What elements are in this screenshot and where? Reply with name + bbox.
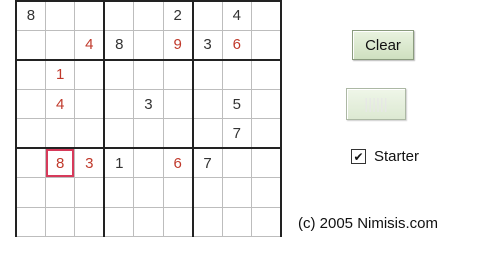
grid-cell[interactable]: [133, 0, 164, 31]
grid-cell[interactable]: [74, 0, 105, 31]
grid-row: 8 24: [14, 0, 282, 31]
grid-cell[interactable]: [251, 177, 282, 208]
grid-row: 83167: [14, 147, 282, 179]
grid-row: 1: [14, 58, 282, 90]
grid-cell[interactable]: [103, 177, 135, 208]
grid-cell[interactable]: 3: [74, 147, 105, 179]
grid-cell[interactable]: [44, 29, 76, 61]
grid-cell[interactable]: [44, 0, 76, 31]
grid-cell[interactable]: [14, 177, 46, 208]
grid-cell[interactable]: 3: [191, 29, 223, 61]
grid-row: 4 3 5: [14, 88, 282, 120]
grid-cell[interactable]: [133, 147, 164, 179]
grid-cell[interactable]: [221, 58, 253, 90]
grid-cell[interactable]: [191, 177, 223, 208]
grid-cell[interactable]: [74, 58, 105, 90]
grid-cell[interactable]: [44, 177, 76, 208]
grid-cell[interactable]: [14, 147, 46, 179]
grid-cell[interactable]: [251, 88, 282, 120]
grid-cell[interactable]: [162, 118, 194, 149]
grid-cell[interactable]: [221, 147, 253, 179]
grid-cell[interactable]: [103, 58, 135, 90]
grid-cell[interactable]: [14, 206, 46, 238]
grid-cell[interactable]: 1: [103, 147, 135, 179]
grid-cell[interactable]: 8: [103, 29, 135, 61]
grid-cell[interactable]: 8: [14, 0, 46, 31]
starter-checkbox[interactable]: ✔: [351, 149, 366, 164]
grid-cell[interactable]: 6: [162, 147, 194, 179]
grid-cell[interactable]: 9: [162, 29, 194, 61]
clear-button[interactable]: Clear: [352, 30, 414, 60]
starter-option[interactable]: ✔ Starter: [351, 148, 419, 165]
grid-cell[interactable]: [103, 206, 135, 238]
grid-cell[interactable]: [74, 88, 105, 120]
grid-cell[interactable]: [191, 118, 223, 149]
starter-label: Starter: [374, 148, 420, 165]
grid-cell[interactable]: [14, 88, 46, 120]
grid-cell[interactable]: 5: [221, 88, 253, 120]
grid-cell[interactable]: [162, 206, 194, 238]
grid-cell[interactable]: 4: [74, 29, 105, 61]
grid-cell[interactable]: [221, 177, 253, 208]
grid-cell[interactable]: [162, 177, 194, 208]
grid-cell[interactable]: [162, 88, 194, 120]
grid-cell[interactable]: [251, 29, 282, 61]
grid-cell[interactable]: [133, 206, 164, 238]
grid-cell[interactable]: [221, 206, 253, 238]
grid-row: 48936: [14, 29, 282, 61]
grid-cell[interactable]: [191, 88, 223, 120]
grid-cell[interactable]: [251, 118, 282, 149]
grid-row: [14, 177, 282, 208]
grid-cell[interactable]: 1: [44, 58, 76, 90]
grid-cell[interactable]: 4: [44, 88, 76, 120]
grid-cell[interactable]: [14, 118, 46, 149]
grid-cell[interactable]: 3: [133, 88, 164, 120]
grid-cell[interactable]: [251, 0, 282, 31]
grid-cell[interactable]: 6: [221, 29, 253, 61]
grid-cell[interactable]: 4: [221, 0, 253, 31]
grid-cell[interactable]: 7: [191, 147, 223, 179]
grid-row: [14, 206, 282, 238]
grid-cell[interactable]: [191, 206, 223, 238]
grid-cell[interactable]: [74, 206, 105, 238]
grid-cell[interactable]: [251, 147, 282, 179]
copyright-text: (c) 2005 Nimisis.com: [298, 215, 439, 232]
check-icon: ✔: [353, 149, 364, 164]
grid-cell[interactable]: [103, 0, 135, 31]
grid-cell[interactable]: [44, 206, 76, 238]
grid-cell[interactable]: 2: [162, 0, 194, 31]
grid-row: 7: [14, 118, 282, 149]
grid-cell[interactable]: [191, 58, 223, 90]
grid-cell[interactable]: [251, 206, 282, 238]
disabled-button[interactable]: ||||||: [346, 88, 406, 120]
grid-cell[interactable]: [74, 118, 105, 149]
grid-cell[interactable]: [191, 0, 223, 31]
grid-cell[interactable]: [251, 58, 282, 90]
grid-cell[interactable]: 7: [221, 118, 253, 149]
grid-cell[interactable]: [162, 58, 194, 90]
grid-cell[interactable]: [133, 29, 164, 61]
grid-cell[interactable]: [103, 118, 135, 149]
grid-cell[interactable]: [133, 177, 164, 208]
grid-cell[interactable]: [133, 118, 164, 149]
grid-cell[interactable]: [74, 177, 105, 208]
selected-cell[interactable]: 8: [44, 147, 76, 179]
sudoku-grid: 824489361435783167: [14, 0, 282, 238]
grid-cell[interactable]: [133, 58, 164, 90]
grid-cell[interactable]: [103, 88, 135, 120]
grid-cell[interactable]: [44, 118, 76, 149]
grid-cell[interactable]: [14, 58, 46, 90]
grid-cell[interactable]: [14, 29, 46, 61]
